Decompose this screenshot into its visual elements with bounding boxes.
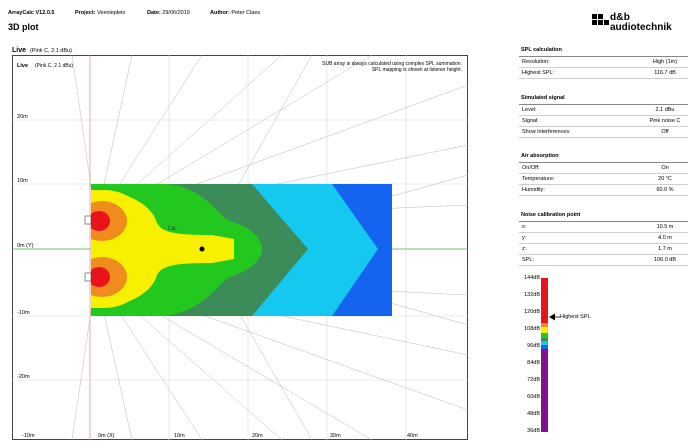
project-label: Project: (75, 10, 96, 16)
row-label: x: (522, 224, 527, 230)
panel-row: Humidity: 60.0 % (519, 185, 688, 196)
panel-row: x: 10.5 m (519, 222, 688, 233)
x-tick-30: 30m (330, 433, 341, 439)
simulated-signal-title: Simulated signal (519, 95, 688, 105)
brand-logo: d&b audiotechnik (592, 12, 687, 40)
header-author: Author: Peter Claes (210, 10, 260, 16)
row-value: 20 °C (658, 176, 672, 182)
air-absorption-panel: Air absorption On/Off: On Temperature: 20 … (519, 153, 688, 196)
legend-label-60: 60dB (527, 394, 540, 400)
simulated-signal-panel: Simulated signal Level: 2.1 dBu Signal: Pi… (519, 95, 688, 138)
project-value: Veenleplein (97, 10, 126, 16)
legend-label-144: 144dB (524, 275, 540, 281)
row-label: SPL: (522, 257, 534, 263)
inner-plot-title: Live (17, 63, 28, 69)
panel-row: On/Off: On (519, 163, 688, 174)
legend-band-purple (541, 349, 548, 432)
noise-calibration-panel: Noise calibration point x: 10.5 m y: 4.0 m… (519, 212, 688, 266)
y-tick-20: 20m (17, 114, 28, 120)
row-label: Show interferences: (522, 129, 571, 135)
page-title: 3D plot (8, 22, 39, 32)
spl-calculation-title: SPL calculation (519, 47, 688, 57)
date-label: Date: (147, 10, 161, 16)
row-value: 1.7 m (658, 246, 672, 252)
row-label: Temperature: (522, 176, 555, 182)
row-value: Pink noise C (649, 118, 681, 124)
row-value: 2.1 dBu (655, 107, 675, 113)
x-tick-40: 40m (407, 433, 418, 439)
y-tick-minus10: -10m (17, 310, 30, 316)
panel-row: Show interferences: Off (519, 127, 688, 138)
legend-label-72: 72dB (527, 377, 540, 383)
x-tick-minus10: -10m (22, 433, 35, 439)
legend-label-96: 96dB (527, 343, 540, 349)
spl-calculation-panel: SPL calculation Resolution: High (1m) Hig… (519, 47, 688, 79)
x-tick-0: 0m (X) (98, 433, 115, 439)
y-tick-10: 10m (17, 178, 28, 184)
row-label: y: (522, 235, 527, 241)
panel-row: Level: 2.1 dBu (519, 105, 688, 116)
header-date: Date: 29/06/2019 (147, 10, 190, 16)
plot-subtitle: (Pink C, 2.1 dBu) (30, 48, 72, 54)
speaker-bottom-icon[interactable] (84, 272, 92, 282)
plot-title-text: Live (12, 47, 27, 54)
panel-row: Signal: Pink noise C (519, 116, 688, 127)
header-project: Project: Veenleplein (75, 10, 125, 16)
air-absorption-title: Air absorption (519, 153, 688, 163)
legend-label-108: 108dB (524, 326, 540, 332)
legend-label-48: 48dB (527, 411, 540, 417)
spl-map (91, 184, 392, 316)
row-value: 106.0 dB (653, 257, 677, 263)
row-label: Highest SPL: (522, 70, 555, 76)
row-label: z: (522, 246, 527, 252)
y-tick-minus20: -20m (17, 374, 30, 380)
cal-label: Cal. (168, 226, 177, 232)
highest-spl-label: Highest SPL (560, 314, 591, 320)
legend-label-120: 120dB (524, 309, 540, 315)
row-value: On (661, 165, 669, 171)
highest-spl-arrow-icon (549, 313, 560, 321)
panel-row: y: 4.0 m (519, 233, 688, 244)
logo-line2: audiotechnik (610, 22, 672, 33)
panel-row: Resolution: High (1m) (519, 57, 688, 68)
inner-plot-subtitle: (Pink C, 2.1 dBu) (35, 63, 73, 69)
x-tick-10: 10m (174, 433, 185, 439)
sub-speaker-icon[interactable] (199, 246, 205, 252)
row-label: Humidity: (522, 187, 545, 193)
row-value: 4.0 m (658, 235, 672, 241)
row-value: 60.0 % (656, 187, 674, 193)
plot-title: Live (Pink C, 2.1 dBu) (12, 47, 72, 54)
row-value: 116.7 dB (654, 70, 676, 76)
row-label: Signal: (522, 118, 539, 124)
row-label: Resolution: (522, 59, 550, 65)
row-value: Off (661, 129, 669, 135)
panel-row: z: 1.7 m (519, 244, 688, 255)
author-value: Peter Claes (231, 10, 261, 16)
row-value: High (1m) (652, 59, 678, 65)
legend-label-132: 132dB (524, 292, 540, 298)
legend-label-36: 36dB (527, 428, 540, 434)
date-value: 29/06/2019 (162, 10, 190, 16)
spl-color-legend: 144dB 132dB 120dB 108dB 96dB 84dB 72dB 6… (519, 274, 619, 440)
legend-label-84: 84dB (527, 360, 540, 366)
x-tick-20: 20m (252, 433, 263, 439)
panel-row: Highest SPL: 116.7 dB (519, 68, 688, 79)
row-label: Level: (522, 107, 537, 113)
panel-row: SPL: 106.0 dB (519, 255, 688, 266)
plot-area[interactable]: Cal. Live (Pink C, 2.1 dBu) SUB array is… (12, 54, 469, 441)
row-label: On/Off: (522, 165, 540, 171)
row-value: 10.5 m (656, 224, 674, 230)
speaker-top-icon[interactable] (84, 215, 92, 225)
panel-row: Temperature: 20 °C (519, 174, 688, 185)
noise-calibration-title: Noise calibration point (519, 212, 688, 222)
y-tick-0: 0m (Y) (17, 243, 34, 249)
header-app: ArrayCalc V12.0.5 (8, 10, 55, 16)
plot-note-line2: SPL mapping is shown at listener height. (372, 67, 462, 73)
author-label: Author: (210, 10, 230, 16)
legend-band-red (541, 278, 548, 323)
